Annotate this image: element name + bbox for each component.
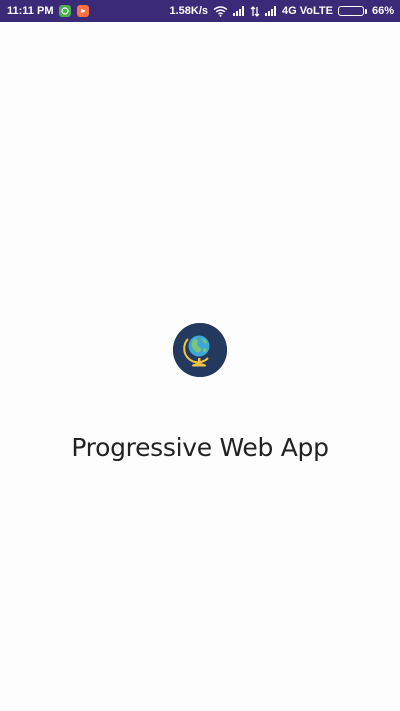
clock-time: 11:11 PM [7, 5, 54, 17]
data-transfer-icon [250, 5, 260, 17]
signal-icon [265, 6, 277, 16]
app-logo [173, 323, 227, 377]
battery-icon [337, 6, 367, 16]
network-speed: 1.58K/s [169, 5, 209, 17]
app-title: Progressive Web App [71, 433, 329, 462]
globe-icon [173, 323, 227, 377]
signal-icon [233, 6, 245, 16]
status-bar: 11:11 PM 1.58K/s 4G VoLTE 66% [0, 0, 400, 22]
app-notification-green-icon [59, 5, 72, 17]
video-app-icon [77, 5, 90, 17]
network-type: 4G VoLTE [282, 5, 333, 17]
wifi-icon [213, 5, 228, 17]
battery-percent: 66% [371, 5, 394, 17]
